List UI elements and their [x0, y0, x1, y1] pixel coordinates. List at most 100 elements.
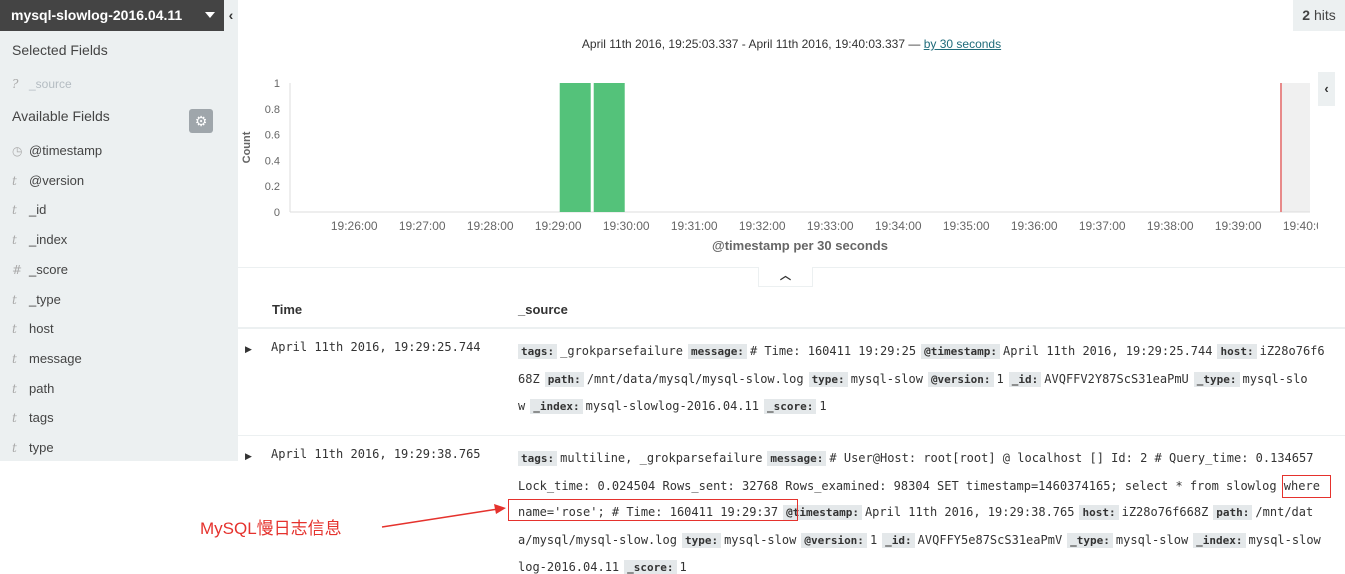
field-value: 1	[679, 560, 687, 574]
field-item-id[interactable]: t _id	[12, 201, 46, 219]
field-key: _id:	[1008, 371, 1042, 387]
field-key: tags:	[518, 344, 558, 359]
x-tick-label: 19:37:00	[1079, 219, 1126, 233]
x-tick-label: 19:34:00	[875, 219, 922, 233]
field-item-score[interactable]: # _score	[12, 261, 68, 279]
available-fields-heading: Available Fields	[12, 108, 110, 124]
y-tick-label: 0.6	[265, 130, 280, 142]
field-name: @timestamp	[29, 143, 103, 158]
field-item-host[interactable]: t host	[12, 320, 54, 338]
field-key: _type:	[1067, 532, 1113, 548]
selected-field-source[interactable]: ? _source	[12, 75, 72, 93]
field-value: mysql-slow	[850, 371, 923, 386]
x-tick-label: 19:40:00	[1283, 219, 1318, 233]
future-region	[1280, 83, 1310, 212]
annotation-arrow-icon	[381, 504, 506, 528]
field-item-timestamp[interactable]: ◷ @timestamp	[12, 142, 102, 160]
field-item-index[interactable]: t _index	[12, 231, 67, 249]
field-name: message	[29, 350, 82, 366]
x-tick-label: 19:28:00	[467, 219, 514, 233]
clock-icon: ◷	[12, 144, 23, 158]
field-key: _id:	[882, 532, 915, 548]
string-type-icon: t	[12, 351, 17, 366]
field-key: path:	[1213, 505, 1253, 520]
field-item-message[interactable]: t message	[12, 350, 82, 368]
field-name: type	[29, 440, 54, 455]
field-key: path:	[544, 371, 584, 387]
field-item-type[interactable]: t type	[12, 439, 54, 457]
x-tick-label: 19:26:00	[331, 219, 378, 233]
x-tick-label: 19:30:00	[603, 219, 650, 233]
row-divider	[238, 435, 1345, 436]
y-axis-label: Count	[241, 131, 253, 163]
string-type-icon: t	[12, 381, 17, 396]
chevron-left-icon[interactable]: ‹	[1318, 72, 1335, 106]
string-type-icon: t	[12, 411, 17, 426]
row-time: April 11th 2016, 19:29:25.744	[271, 340, 481, 354]
field-value: April 11th 2016, 19:29:25.744	[1002, 344, 1213, 358]
y-tick-label: 1	[274, 78, 280, 90]
field-value: # Time: 160411 19:29:25	[749, 344, 917, 358]
string-type-icon: t	[12, 292, 17, 307]
y-tick-label: 0.4	[265, 155, 280, 167]
collapse-sidebar-button[interactable]: ‹	[224, 0, 238, 31]
field-name: tags	[29, 410, 54, 426]
hits-counter: 2 hits	[1293, 0, 1345, 31]
field-name: host	[29, 321, 54, 337]
highlight-box	[1282, 475, 1331, 498]
field-value: 1	[996, 371, 1004, 386]
field-key: @version:	[927, 371, 994, 387]
field-settings-gear-icon[interactable]: ⚙	[189, 109, 213, 133]
y-tick-label: 0.8	[265, 104, 280, 116]
hits-label: hits	[1313, 7, 1336, 23]
field-name: _type	[29, 291, 61, 307]
field-item-tags[interactable]: t tags	[12, 409, 54, 427]
x-tick-label: 19:29:00	[535, 219, 582, 233]
unknown-type-icon: ?	[12, 77, 19, 91]
histogram-bar	[559, 83, 591, 212]
row-time: April 11th 2016, 19:29:38.765	[271, 447, 481, 461]
annotation-label: MySQL慢日志信息	[200, 519, 342, 538]
column-header-time[interactable]: Time	[272, 302, 302, 317]
field-item-version[interactable]: t @version	[12, 172, 84, 190]
selected-fields-heading: Selected Fields	[12, 42, 108, 58]
field-value: 1	[819, 399, 827, 413]
field-name: @version	[29, 172, 85, 188]
string-type-icon: t	[12, 173, 17, 188]
field-key: host:	[1217, 344, 1257, 359]
highlight-box	[508, 499, 798, 521]
field-value: iZ28o76f668Z	[1121, 505, 1209, 519]
y-tick-label: 0.2	[265, 181, 280, 193]
field-item-path[interactable]: t path	[12, 380, 54, 398]
x-tick-label: 19:38:00	[1147, 219, 1194, 233]
field-name: _score	[29, 261, 69, 277]
field-sidebar: mysql-slowlog-2016.04.11 ‹ Selected Fiel…	[0, 0, 238, 461]
x-tick-label: 19:39:00	[1215, 219, 1262, 233]
index-pattern-selector[interactable]: mysql-slowlog-2016.04.11	[0, 0, 224, 31]
histogram-chart[interactable]: 0 0.2 0.4 0.6 0.8 1 19:26:00 19:27:00 19:28:00 19…	[238, 70, 1318, 260]
column-header-source[interactable]: _source	[518, 302, 568, 317]
field-key: _index:	[530, 399, 583, 414]
row-source: tags: _grokparsefailure message: # Time: 16…	[518, 338, 1326, 421]
field-key: type:	[681, 532, 722, 548]
field-item-type[interactable]: t _type	[12, 291, 61, 309]
x-tick-label: 19:31:00	[671, 219, 718, 233]
field-key: tags:	[518, 451, 558, 466]
x-axis-label: @timestamp per 30 seconds	[712, 238, 888, 253]
expand-row-icon[interactable]: ▶	[245, 451, 252, 462]
expand-row-icon[interactable]: ▶	[245, 344, 252, 355]
x-tick-label: 19:32:00	[739, 219, 786, 233]
field-key: @timestamp:	[921, 344, 1000, 359]
interval-link[interactable]: by 30 seconds	[924, 37, 1001, 51]
field-key: _index:	[1193, 532, 1246, 548]
y-tick-label: 0	[274, 207, 280, 219]
string-type-icon: t	[12, 233, 17, 248]
field-key: _type:	[1193, 371, 1240, 387]
x-tick-label: 19:36:00	[1011, 219, 1058, 233]
field-value: AVQFFV2Y87ScS31eaPmU	[1044, 371, 1189, 386]
field-key: @version:	[801, 532, 867, 548]
number-type-icon: #	[12, 262, 23, 277]
field-key: message:	[687, 344, 747, 359]
field-name: _index	[29, 232, 68, 248]
collapse-chart-button[interactable]: ︿	[758, 267, 813, 287]
